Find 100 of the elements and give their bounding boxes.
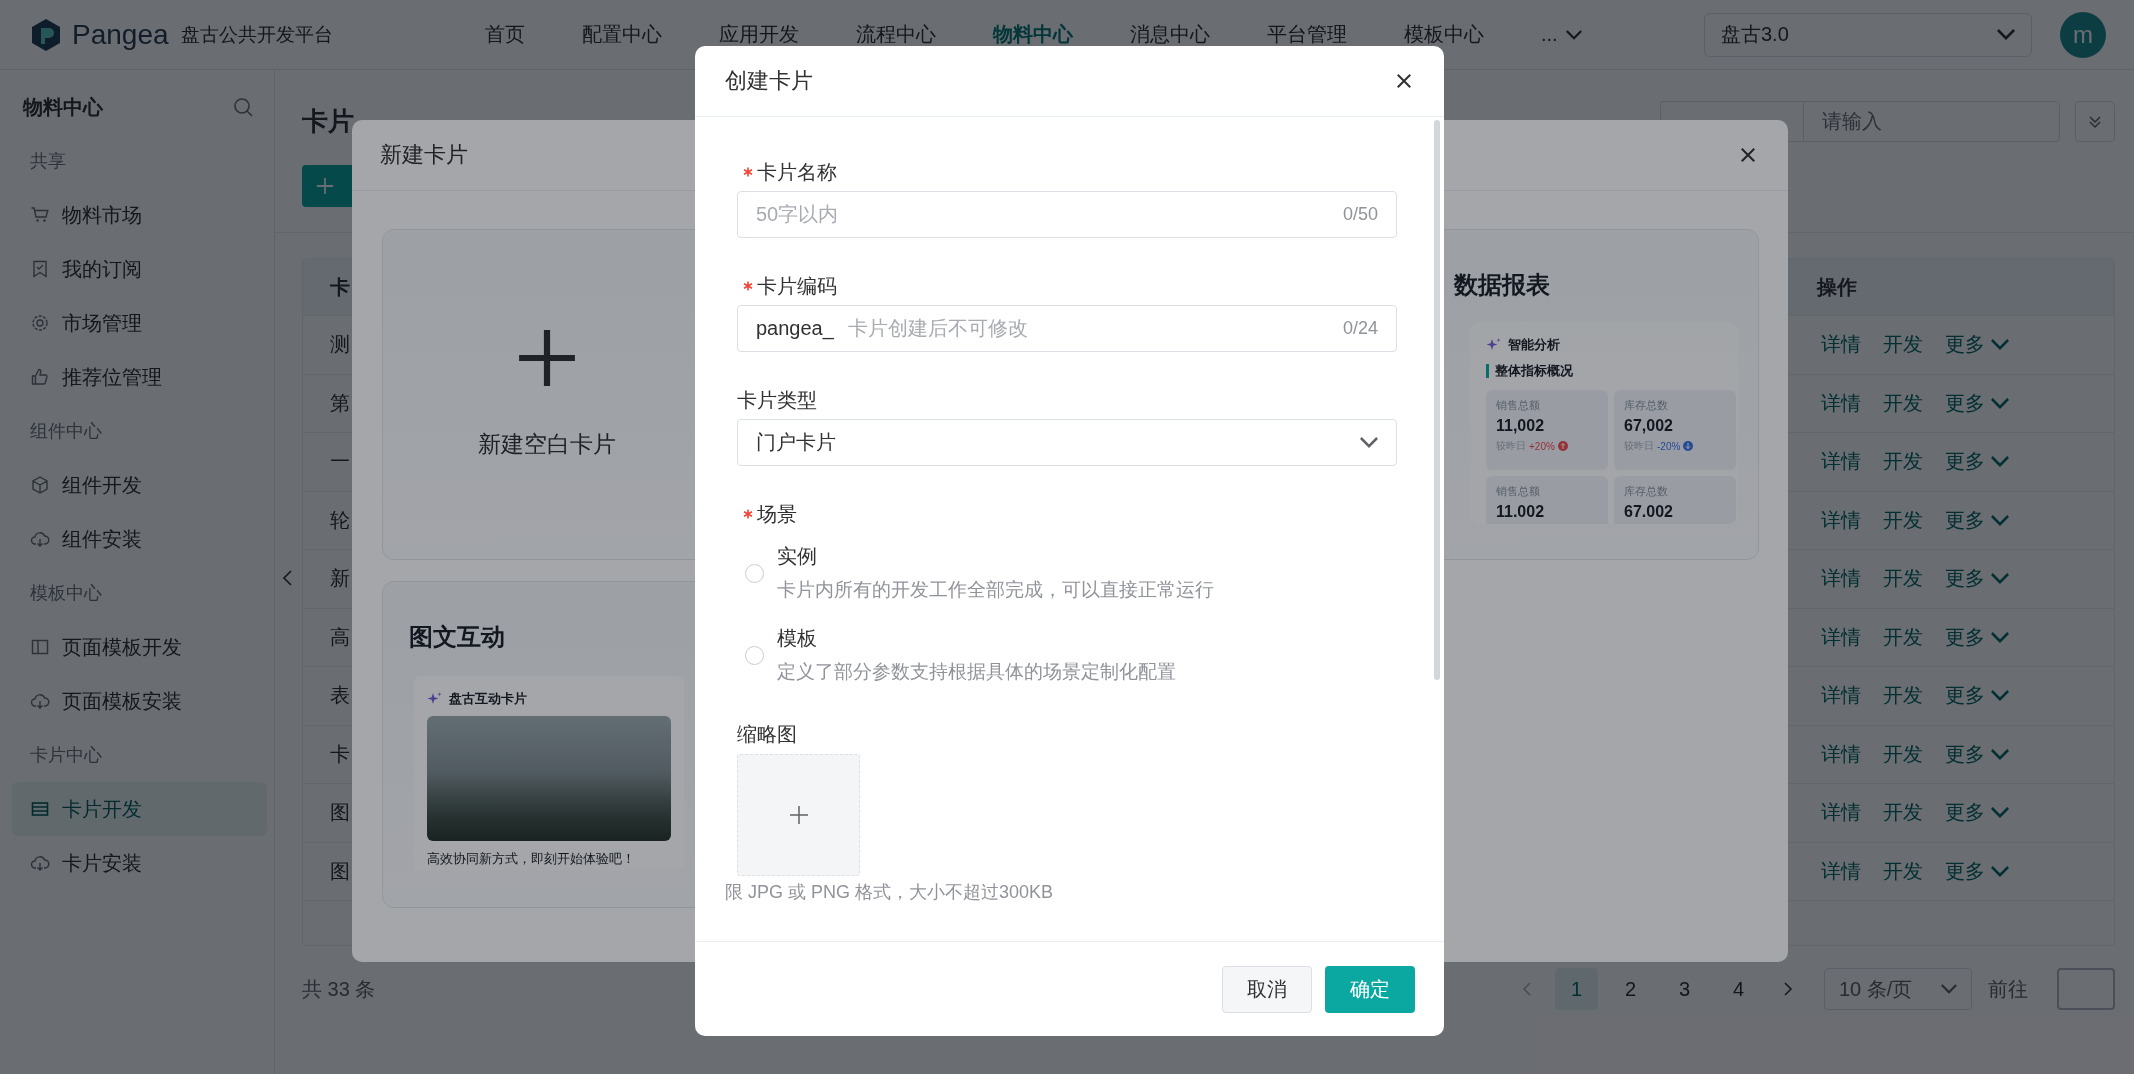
action-link[interactable]: 开发 <box>1883 331 1923 359</box>
action-link[interactable]: 开发 <box>1883 389 1923 417</box>
chevron-left-icon <box>281 568 295 588</box>
page-title: 卡片 <box>302 105 354 138</box>
sidebar-item[interactable]: 物料市场 <box>12 188 267 242</box>
jump-label: 前往 <box>1988 976 2028 1002</box>
cart-icon <box>30 205 50 225</box>
chevron-down-icon <box>1941 984 1957 994</box>
action-link[interactable]: 更多 <box>1945 799 2009 827</box>
action-link[interactable]: 更多 <box>1945 565 2009 593</box>
cloud-icon <box>30 691 50 711</box>
action-link[interactable]: 更多 <box>1945 331 2009 359</box>
action-link[interactable]: 详情 <box>1821 389 1861 417</box>
chevron-down-icon <box>1991 573 2009 585</box>
sidebar-item[interactable]: 组件安装 <box>12 512 267 566</box>
action-link[interactable]: 详情 <box>1821 565 1861 593</box>
chevron-left-icon <box>1521 980 1533 998</box>
more-menu[interactable]: ... <box>1541 23 1582 46</box>
metric-label: 销售总额 <box>1496 398 1541 413</box>
action-link[interactable]: 详情 <box>1821 682 1861 710</box>
page-button[interactable]: 1 <box>1555 968 1598 1010</box>
table-cell: 卡 <box>330 742 350 765</box>
action-link[interactable]: 开发 <box>1883 565 1923 593</box>
chevron-down-icon <box>1991 397 2009 409</box>
action-link[interactable]: 详情 <box>1821 331 1861 359</box>
nav-link[interactable]: 配置中心 <box>582 21 662 48</box>
sidebar-item[interactable]: 我的订阅 <box>12 242 267 296</box>
table-cell: 测 <box>330 333 350 356</box>
radio-button[interactable] <box>745 563 764 583</box>
search-field[interactable]: 请输入 <box>1803 101 2060 142</box>
confirm-button[interactable]: 确定 <box>1325 965 1415 1013</box>
nav-link[interactable]: 首页 <box>485 21 525 48</box>
nav-link[interactable]: 模板中心 <box>1404 21 1484 48</box>
nav-link[interactable]: 物料中心 <box>993 21 1073 48</box>
page-jump-field[interactable] <box>2057 968 2115 1010</box>
action-link[interactable]: 详情 <box>1821 799 1861 827</box>
nav-link[interactable]: 应用开发 <box>719 21 799 48</box>
sidebar-item[interactable]: 组件开发 <box>12 458 267 512</box>
page-button[interactable]: 4 <box>1717 968 1760 1010</box>
page-size-select[interactable]: 10 条/页 <box>1824 968 1972 1010</box>
preview-caption: 高效协同新方式，即刻开始体验吧！ <box>427 850 636 868</box>
action-link[interactable]: 更多 <box>1945 506 2009 534</box>
section-title: 整体指标概况 <box>1495 362 1573 380</box>
nav-link[interactable]: 平台管理 <box>1267 21 1347 48</box>
chevron-down-icon <box>1991 865 2009 877</box>
search-icon[interactable] <box>232 96 254 118</box>
radio-button[interactable] <box>745 645 764 665</box>
sidebar-item[interactable]: 卡片安装 <box>12 836 267 890</box>
sidebar-item[interactable]: 推荐位管理 <box>12 350 267 404</box>
chevron-down-icon <box>1991 456 2009 468</box>
cube-icon <box>30 475 50 495</box>
upload-area[interactable] <box>737 754 860 876</box>
action-link[interactable]: 开发 <box>1883 682 1923 710</box>
table-cell: 轮 <box>330 508 350 531</box>
action-link[interactable]: 更多 <box>1945 389 2009 417</box>
chevron-down-icon <box>1360 437 1378 448</box>
action-link[interactable]: 开发 <box>1883 799 1923 827</box>
action-link[interactable]: 更多 <box>1945 623 2009 651</box>
action-link[interactable]: 详情 <box>1821 623 1861 651</box>
action-link[interactable]: 更多 <box>1945 682 2009 710</box>
sidebar-item[interactable]: 页面模板开发 <box>12 620 267 674</box>
sidebar-item[interactable]: 市场管理 <box>12 296 267 350</box>
group-label: 模板中心 <box>29 582 102 605</box>
action-link[interactable]: 更多 <box>1945 857 2009 885</box>
close-icon[interactable] <box>1738 145 1758 165</box>
action-link[interactable]: 详情 <box>1821 857 1861 885</box>
cancel-button[interactable]: 取消 <box>1222 965 1312 1013</box>
action-link[interactable]: 详情 <box>1821 740 1861 768</box>
nav-link[interactable]: 流程中心 <box>856 21 936 48</box>
plus-icon <box>516 327 578 389</box>
dialog-title: 创建卡片 <box>725 67 813 95</box>
chevron-down-icon <box>1991 748 2009 760</box>
action-link[interactable]: 开发 <box>1883 857 1923 885</box>
metric-label: 销售总额 <box>1496 484 1541 499</box>
input-field[interactable]: 50字以内 0/50 <box>737 191 1397 238</box>
field-label: 卡片名称 <box>757 159 837 185</box>
sidebar-item[interactable]: 页面模板安装 <box>12 674 267 728</box>
action-link[interactable]: 详情 <box>1821 448 1861 476</box>
thumbs-up-icon <box>30 367 50 387</box>
version-select[interactable]: 盘古3.0 <box>1704 12 2032 57</box>
input-field[interactable]: pangea_ 卡片创建后不可修改 0/24 <box>737 305 1397 352</box>
action-link[interactable]: 开发 <box>1883 506 1923 534</box>
user-avatar[interactable]: m <box>2060 11 2106 58</box>
chevron-down-icon <box>1991 631 2009 643</box>
type-select[interactable]: 门户卡片 <box>737 419 1397 466</box>
action-link[interactable]: 详情 <box>1821 506 1861 534</box>
page-button[interactable]: 2 <box>1609 968 1652 1010</box>
expand-button[interactable] <box>2075 101 2115 142</box>
close-icon[interactable] <box>1394 71 1414 91</box>
action-link[interactable]: 开发 <box>1883 448 1923 476</box>
action-link[interactable]: 更多 <box>1945 740 2009 768</box>
change-value: -20% <box>1657 440 1681 452</box>
sidebar-title: 物料中心 <box>23 94 103 120</box>
action-link[interactable]: 更多 <box>1945 448 2009 476</box>
chevron-down-icon <box>1991 807 2009 819</box>
page-button[interactable]: 3 <box>1663 968 1706 1010</box>
sidebar-item[interactable]: 卡片开发 <box>12 782 267 836</box>
action-link[interactable]: 开发 <box>1883 740 1923 768</box>
action-link[interactable]: 开发 <box>1883 623 1923 651</box>
nav-link[interactable]: 消息中心 <box>1130 21 1210 48</box>
